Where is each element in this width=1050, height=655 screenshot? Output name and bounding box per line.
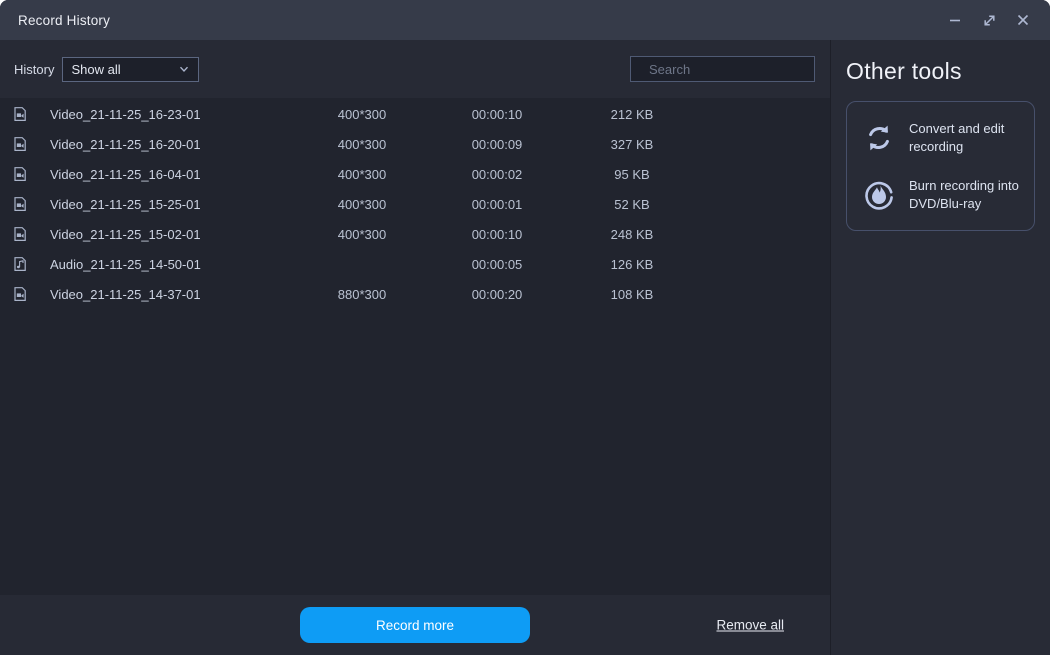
history-filter-value: Show all: [71, 61, 121, 77]
file-size: 248 KB: [610, 226, 654, 242]
video-file-icon: [14, 107, 26, 121]
file-row[interactable]: Video_21-11-25_15-02-01 400*300 00:00:10…: [0, 219, 830, 249]
maximize-button[interactable]: [976, 7, 1002, 33]
search-box: [630, 56, 825, 82]
record-more-button[interactable]: Record more: [300, 607, 530, 643]
file-duration: 00:00:05: [471, 256, 523, 272]
file-size: 108 KB: [610, 286, 654, 302]
chevron-down-icon: [180, 66, 189, 73]
file-size: 52 KB: [614, 196, 650, 212]
titlebar: Record History: [0, 0, 1050, 40]
file-row[interactable]: Video_21-11-25_16-04-01 400*300 00:00:02…: [0, 159, 830, 189]
file-type-icon-wrap: [12, 226, 50, 242]
video-file-icon: [14, 137, 26, 151]
file-name: Video_21-11-25_15-25-01: [50, 196, 201, 212]
convert-tool-label: Convert and edit recording: [909, 121, 1005, 154]
window-title: Record History: [18, 12, 111, 28]
maximize-icon: [983, 14, 995, 26]
other-tools-panel: Other tools Convert and edit recording B…: [830, 40, 1050, 655]
file-row[interactable]: Video_21-11-25_16-20-01 400*300 00:00:09…: [0, 129, 830, 159]
burn-tool-button[interactable]: Burn recording into DVD/Blu-ray: [863, 177, 1022, 212]
file-name: Video_21-11-25_16-04-01: [50, 166, 201, 182]
file-duration: 00:00:10: [471, 106, 523, 122]
file-name: Video_21-11-25_16-20-01: [50, 136, 201, 152]
file-type-icon-wrap: [12, 196, 50, 212]
convert-tool-button[interactable]: Convert and edit recording: [863, 120, 1022, 155]
record-history-window: Record History History Show all Search V…: [0, 0, 1050, 655]
burn-icon: [865, 181, 893, 210]
file-row[interactable]: Video_21-11-25_15-25-01 400*300 00:00:01…: [0, 189, 830, 219]
file-duration: 00:00:09: [471, 136, 523, 152]
file-row[interactable]: Audio_21-11-25_14-50-01 00:00:05 126 KB: [0, 249, 830, 279]
file-duration: 00:00:01: [471, 196, 523, 212]
history-filter-dropdown[interactable]: Show all: [62, 56, 200, 82]
file-resolution: 400*300: [337, 196, 387, 212]
video-file-icon: [14, 197, 26, 211]
file-type-icon-wrap: [12, 106, 50, 122]
file-resolution: 400*300: [337, 166, 387, 182]
file-size: 95 KB: [614, 166, 650, 182]
remove-all-link[interactable]: Remove all: [716, 618, 784, 633]
file-name: Video_21-11-25_15-02-01: [50, 226, 201, 242]
file-list: Video_21-11-25_16-23-01 400*300 00:00:10…: [0, 98, 830, 595]
file-type-icon-wrap: [12, 136, 50, 152]
file-size: 327 KB: [610, 136, 654, 152]
search-input[interactable]: [649, 61, 825, 77]
video-file-icon: [14, 287, 26, 301]
file-resolution: 880*300: [337, 286, 387, 302]
file-row[interactable]: Video_21-11-25_14-37-01 880*300 00:00:20…: [0, 279, 830, 309]
file-name: Audio_21-11-25_14-50-01: [50, 256, 201, 272]
file-duration: 00:00:02: [471, 166, 523, 182]
file-name: Video_21-11-25_14-37-01: [50, 286, 201, 302]
burn-tool-label: Burn recording into DVD/Blu-ray: [909, 178, 1019, 211]
file-name: Video_21-11-25_16-23-01: [50, 106, 201, 122]
close-button[interactable]: [1010, 7, 1036, 33]
history-filter-label: History: [14, 61, 55, 77]
file-size: 212 KB: [610, 106, 654, 122]
video-file-icon: [14, 167, 26, 181]
file-duration: 00:00:20: [471, 286, 523, 302]
history-pane: History Show all Search Video_21-11-25_1…: [0, 40, 830, 655]
audio-file-icon: [14, 257, 26, 271]
bottom-bar: Record more Remove all: [0, 595, 830, 655]
file-type-icon-wrap: [12, 286, 50, 302]
other-tools-title: Other tools: [846, 58, 962, 84]
minimize-button[interactable]: [942, 7, 968, 33]
file-duration: 00:00:10: [471, 226, 523, 242]
video-file-icon: [14, 227, 26, 241]
file-resolution: 400*300: [337, 226, 387, 242]
close-icon: [1017, 14, 1029, 26]
filter-bar: History Show all: [0, 40, 830, 98]
file-size: 126 KB: [610, 256, 654, 272]
window-controls: [942, 7, 1036, 33]
minimize-icon: [950, 19, 960, 22]
convert-icon: [869, 125, 889, 150]
file-type-icon-wrap: [12, 166, 50, 182]
other-tools-card: Convert and edit recording Burn recordin…: [846, 101, 1035, 232]
file-row[interactable]: Video_21-11-25_16-23-01 400*300 00:00:10…: [0, 99, 830, 129]
file-resolution: 400*300: [337, 106, 387, 122]
file-type-icon-wrap: [12, 256, 50, 272]
file-resolution: 400*300: [337, 136, 387, 152]
